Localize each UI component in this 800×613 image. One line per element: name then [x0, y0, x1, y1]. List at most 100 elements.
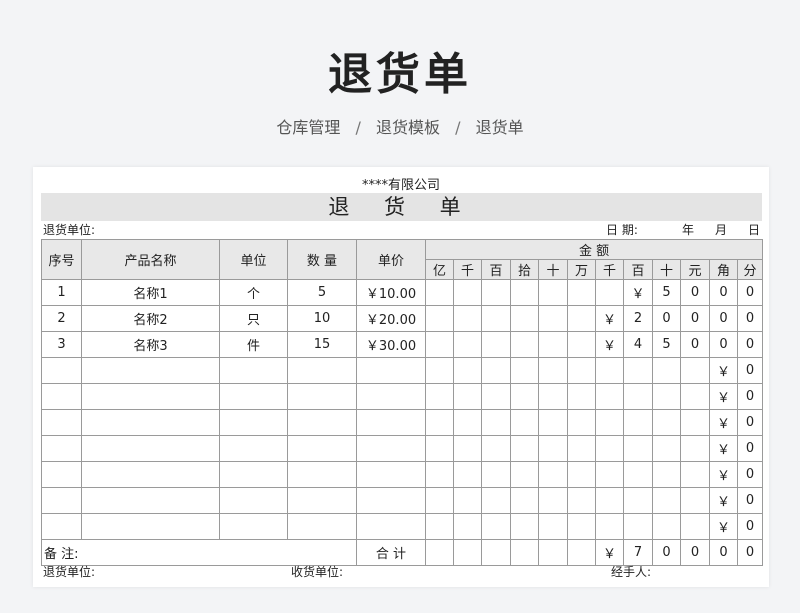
cell-seq[interactable]	[41, 409, 82, 436]
cell-amount-digit[interactable]	[538, 461, 568, 488]
cell-amount-digit[interactable]	[567, 435, 596, 462]
cell-amount-digit[interactable]	[595, 383, 624, 410]
cell-seq[interactable]: 3	[41, 331, 82, 358]
cell-amount-digit[interactable]	[567, 487, 596, 514]
cell-unit-price[interactable]	[356, 513, 426, 540]
cell-unit-price[interactable]: ￥30.00	[356, 331, 426, 358]
cell-amount-digit[interactable]	[595, 409, 624, 436]
cell-amount-digit[interactable]	[510, 331, 539, 358]
cell-amount-digit[interactable]: ￥	[709, 383, 738, 410]
cell-amount-digit[interactable]: 5	[652, 331, 681, 358]
cell-amount-digit[interactable]	[453, 383, 482, 410]
cell-unit-price[interactable]	[356, 383, 426, 410]
cell-seq[interactable]	[41, 435, 82, 462]
cell-amount-digit[interactable]	[652, 357, 681, 384]
cell-amount-digit[interactable]: ￥	[709, 513, 738, 540]
cell-amount-digit[interactable]	[481, 357, 511, 384]
cell-amount-digit[interactable]	[538, 357, 568, 384]
cell-amount-digit[interactable]	[481, 487, 511, 514]
cell-amount-digit[interactable]	[680, 409, 710, 436]
cell-amount-digit[interactable]: 0	[736, 409, 764, 436]
cell-seq[interactable]	[41, 487, 82, 514]
cell-amount-digit[interactable]	[453, 279, 482, 306]
cell-amount-digit[interactable]	[680, 513, 710, 540]
cell-amount-digit[interactable]	[538, 409, 568, 436]
breadcrumb-item-warehouse[interactable]: 仓库管理	[276, 114, 340, 138]
cell-unit[interactable]: 个	[219, 279, 288, 306]
cell-amount-digit[interactable]	[481, 305, 511, 332]
cell-quantity[interactable]	[287, 435, 357, 462]
cell-amount-digit[interactable]	[510, 357, 539, 384]
cell-amount-digit[interactable]	[567, 331, 596, 358]
cell-amount-digit[interactable]	[623, 487, 653, 514]
cell-amount-digit[interactable]	[652, 487, 681, 514]
cell-amount-digit[interactable]: ￥	[623, 279, 653, 306]
cell-product-name[interactable]: 名称1	[81, 279, 220, 306]
cell-product-name[interactable]: 名称3	[81, 331, 220, 358]
cell-amount-digit[interactable]	[453, 331, 482, 358]
cell-amount-digit[interactable]: 5	[652, 279, 681, 306]
cell-unit[interactable]	[219, 513, 288, 540]
cell-unit[interactable]	[219, 409, 288, 436]
cell-amount-digit[interactable]	[510, 305, 539, 332]
breadcrumb-item-return-form[interactable]: 退货单	[476, 114, 524, 138]
total-digit[interactable]	[567, 539, 596, 566]
cell-amount-digit[interactable]	[425, 435, 454, 462]
cell-amount-digit[interactable]	[481, 435, 511, 462]
total-digit[interactable]: 7	[623, 539, 653, 566]
cell-amount-digit[interactable]: 0	[736, 279, 764, 306]
cell-amount-digit[interactable]	[510, 383, 539, 410]
cell-amount-digit[interactable]	[425, 305, 454, 332]
cell-amount-digit[interactable]: 2	[623, 305, 653, 332]
cell-amount-digit[interactable]: 0	[736, 513, 764, 540]
total-digit[interactable]: 0	[709, 539, 738, 566]
cell-quantity[interactable]	[287, 357, 357, 384]
cell-amount-digit[interactable]	[595, 279, 624, 306]
cell-amount-digit[interactable]	[567, 461, 596, 488]
cell-amount-digit[interactable]	[623, 383, 653, 410]
cell-unit[interactable]	[219, 383, 288, 410]
total-digit[interactable]: 0	[652, 539, 681, 566]
cell-amount-digit[interactable]	[538, 383, 568, 410]
cell-amount-digit[interactable]: 0	[680, 305, 710, 332]
cell-unit[interactable]	[219, 357, 288, 384]
cell-amount-digit[interactable]	[595, 357, 624, 384]
cell-amount-digit[interactable]	[425, 487, 454, 514]
cell-seq[interactable]	[41, 513, 82, 540]
cell-amount-digit[interactable]: ￥	[709, 487, 738, 514]
cell-amount-digit[interactable]	[481, 279, 511, 306]
cell-amount-digit[interactable]	[481, 513, 511, 540]
cell-amount-digit[interactable]	[481, 409, 511, 436]
cell-amount-digit[interactable]	[510, 487, 539, 514]
cell-unit[interactable]: 件	[219, 331, 288, 358]
cell-amount-digit[interactable]	[425, 409, 454, 436]
cell-unit-price[interactable]	[356, 435, 426, 462]
cell-quantity[interactable]	[287, 513, 357, 540]
cell-amount-digit[interactable]	[595, 513, 624, 540]
cell-amount-digit[interactable]: 0	[736, 383, 764, 410]
cell-amount-digit[interactable]	[510, 409, 539, 436]
cell-quantity[interactable]: 15	[287, 331, 357, 358]
total-digit[interactable]	[453, 539, 482, 566]
cell-amount-digit[interactable]: 0	[736, 461, 764, 488]
cell-amount-digit[interactable]	[623, 461, 653, 488]
total-digit[interactable]: ￥	[595, 539, 624, 566]
cell-amount-digit[interactable]	[567, 513, 596, 540]
cell-amount-digit[interactable]: 0	[680, 331, 710, 358]
cell-product-name[interactable]	[81, 513, 220, 540]
cell-quantity[interactable]	[287, 487, 357, 514]
cell-amount-digit[interactable]: 0	[709, 331, 738, 358]
cell-amount-digit[interactable]: ￥	[709, 409, 738, 436]
cell-product-name[interactable]	[81, 383, 220, 410]
cell-unit[interactable]	[219, 435, 288, 462]
cell-amount-digit[interactable]: 0	[709, 279, 738, 306]
cell-amount-digit[interactable]	[425, 357, 454, 384]
cell-amount-digit[interactable]	[453, 461, 482, 488]
cell-amount-digit[interactable]	[680, 461, 710, 488]
cell-quantity[interactable]: 5	[287, 279, 357, 306]
cell-product-name[interactable]	[81, 357, 220, 384]
cell-amount-digit[interactable]: 0	[736, 331, 764, 358]
cell-unit-price[interactable]: ￥10.00	[356, 279, 426, 306]
cell-amount-digit[interactable]: 0	[736, 487, 764, 514]
cell-amount-digit[interactable]	[453, 435, 482, 462]
